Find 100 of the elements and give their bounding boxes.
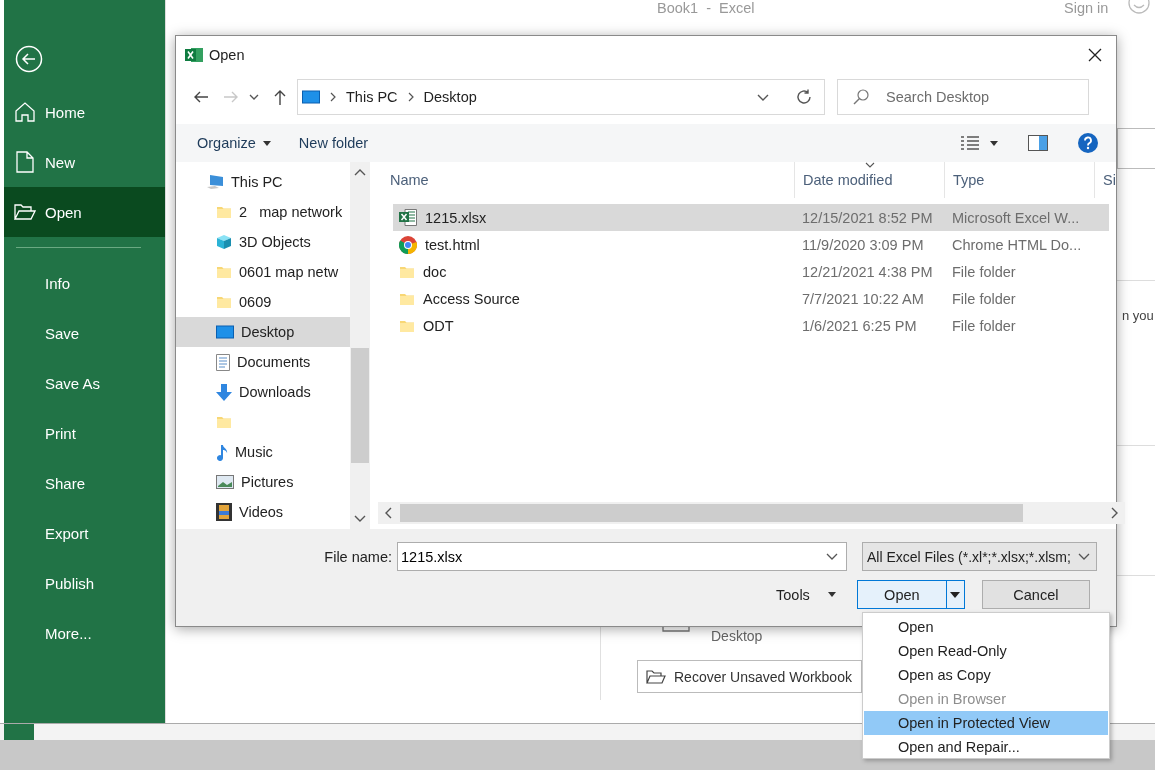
view-list-icon[interactable] bbox=[960, 135, 980, 151]
menu-item[interactable]: Open and Repair... bbox=[864, 735, 1108, 759]
spreadsheet-icon bbox=[399, 209, 417, 226]
backstage-menu-item[interactable]: Save bbox=[4, 308, 165, 358]
blank-page-icon bbox=[15, 151, 34, 173]
scroll-right-icon[interactable] bbox=[1111, 507, 1119, 519]
breadcrumb-item[interactable]: Desktop bbox=[423, 89, 477, 105]
tree-item[interactable]: 3D Objects bbox=[176, 227, 350, 257]
horizontal-scrollbar[interactable] bbox=[378, 502, 1125, 524]
organize-menu-button[interactable]: Organize bbox=[188, 131, 280, 155]
cancel-button[interactable]: Cancel bbox=[981, 580, 1090, 609]
folder-icon bbox=[216, 414, 232, 430]
caret-icon[interactable] bbox=[990, 140, 998, 146]
backstage-menu-item[interactable]: More... bbox=[4, 608, 165, 658]
file-name: test.html bbox=[425, 236, 480, 253]
tree-item[interactable]: 0609 bbox=[176, 287, 350, 317]
file-type-dropdown[interactable]: All Excel Files (*.xl*;*.xlsx;*.xlsm; bbox=[862, 542, 1097, 571]
column-header[interactable]: Si bbox=[1095, 162, 1125, 198]
type-cell-text: File folder bbox=[951, 263, 1017, 280]
file-row[interactable]: Access Source 7/7/2021 10:22 AM File folder bbox=[393, 285, 1109, 312]
chevron-icon bbox=[407, 92, 414, 102]
file-name: doc bbox=[423, 263, 447, 280]
folder-open-icon bbox=[13, 203, 36, 221]
folder-open-icon bbox=[646, 668, 666, 685]
desktop-icon bbox=[302, 90, 320, 104]
music-note-icon bbox=[216, 443, 228, 461]
column-header[interactable]: Type bbox=[945, 162, 1095, 198]
file-row[interactable]: ODT 1/6/2021 6:25 PM File folder bbox=[393, 312, 1109, 339]
menu-item[interactable]: Open in Protected View bbox=[864, 711, 1108, 735]
backstage-menu-item[interactable]: New bbox=[4, 137, 165, 187]
type-cell-text: Microsoft Excel W... bbox=[951, 209, 1081, 226]
scroll-down-icon[interactable] bbox=[354, 515, 366, 523]
tree-item[interactable]: This PC bbox=[176, 167, 350, 197]
column-header[interactable]: Date modified bbox=[795, 162, 945, 198]
refresh-button[interactable] bbox=[783, 79, 825, 115]
file-name-field[interactable]: 1215.xlsx bbox=[397, 542, 847, 571]
scroll-up-icon[interactable] bbox=[354, 168, 366, 176]
backstage-menu-item[interactable]: Info bbox=[4, 258, 165, 308]
sort-caret-icon bbox=[864, 162, 875, 168]
menu-item[interactable]: Open bbox=[864, 615, 1108, 639]
location-label[interactable]: Desktop bbox=[711, 628, 763, 644]
breadcrumb-item[interactable]: This PC bbox=[346, 89, 398, 105]
file-row[interactable]: 1215.xlsx 12/15/2021 8:52 PM Microsoft Excel W... bbox=[393, 204, 1109, 231]
caret-icon bbox=[1078, 553, 1090, 560]
file-row[interactable]: doc 12/21/2021 4:38 PM File folder bbox=[393, 258, 1109, 285]
tree-item[interactable]: Documents bbox=[176, 347, 350, 377]
tree-item[interactable]: Videos bbox=[176, 497, 350, 527]
refresh-icon bbox=[795, 89, 812, 105]
tools-menu-button[interactable]: Tools bbox=[770, 585, 842, 604]
backstage-menu-item[interactable]: Open bbox=[4, 187, 165, 237]
tree-item[interactable]: Downloads bbox=[176, 377, 350, 407]
up-arrow-icon[interactable] bbox=[273, 89, 287, 105]
tree-item[interactable]: Desktop bbox=[176, 317, 350, 347]
backstage-menu-item[interactable]: Publish bbox=[4, 558, 165, 608]
browser-icon bbox=[399, 235, 417, 254]
close-icon[interactable] bbox=[1088, 47, 1102, 62]
column-header[interactable]: Name bbox=[375, 162, 795, 198]
scroll-left-icon[interactable] bbox=[384, 507, 392, 519]
date-cell-text: 1/6/2021 6:25 PM bbox=[801, 317, 918, 334]
back-arrow-icon[interactable] bbox=[193, 90, 209, 104]
tree-item[interactable]: 0601 map netw bbox=[176, 257, 350, 287]
file-row[interactable]: test.html 11/9/2020 3:09 PM Chrome HTML Do... bbox=[393, 231, 1109, 258]
file-name: 1215.xlsx bbox=[425, 209, 487, 226]
file-name: Access Source bbox=[423, 290, 520, 307]
date-cell-text: 12/15/2021 8:52 PM bbox=[801, 209, 934, 226]
picture-icon bbox=[216, 475, 234, 489]
backstage-menu-item[interactable]: Export bbox=[4, 508, 165, 558]
vertical-scrollbar[interactable] bbox=[350, 162, 370, 529]
desktop-icon bbox=[216, 325, 234, 339]
backstage-menu-item[interactable]: Share bbox=[4, 458, 165, 508]
recover-workbooks-button[interactable]: Recover Unsaved Workbook bbox=[637, 660, 862, 693]
window-title: Book1 - Excel bbox=[657, 0, 755, 16]
menu-item[interactable]: Open as Copy bbox=[864, 663, 1108, 687]
tree-item[interactable]: Music bbox=[176, 437, 350, 467]
preview-pane-icon[interactable] bbox=[1028, 135, 1048, 151]
backstage-menu-item[interactable]: Save As bbox=[4, 358, 165, 408]
folder-icon bbox=[216, 294, 232, 310]
home-icon bbox=[13, 102, 36, 122]
caret-icon[interactable] bbox=[826, 553, 838, 560]
type-cell-text: Chrome HTML Do... bbox=[951, 236, 1083, 253]
description-text: n you bbox=[1122, 308, 1154, 323]
address-bar[interactable]: This PC Desktop bbox=[297, 79, 784, 115]
help-icon[interactable] bbox=[1078, 133, 1098, 153]
tree-item[interactable]: Pictures bbox=[176, 467, 350, 497]
tree-item[interactable]: 2 map network bbox=[176, 197, 350, 227]
spreadsheet-icon bbox=[185, 46, 203, 63]
dialog-title: Open bbox=[209, 46, 245, 63]
new-folder-button[interactable]: New folder bbox=[289, 131, 378, 155]
date-cell-text: 12/21/2021 4:38 PM bbox=[801, 263, 934, 280]
type-cell-text: File folder bbox=[951, 317, 1017, 334]
computer-icon bbox=[206, 174, 224, 190]
search-field[interactable]: Search Desktop bbox=[837, 79, 1089, 115]
chevron-icon bbox=[330, 92, 336, 102]
backstage-menu-item[interactable]: Print bbox=[4, 408, 165, 458]
film-icon bbox=[216, 503, 232, 521]
backstage-menu-item[interactable]: Home bbox=[4, 87, 165, 137]
caret-icon[interactable] bbox=[757, 93, 769, 101]
folder-icon bbox=[216, 204, 232, 220]
caret-icon[interactable] bbox=[249, 94, 259, 100]
menu-item[interactable]: Open Read-Only bbox=[864, 639, 1108, 663]
